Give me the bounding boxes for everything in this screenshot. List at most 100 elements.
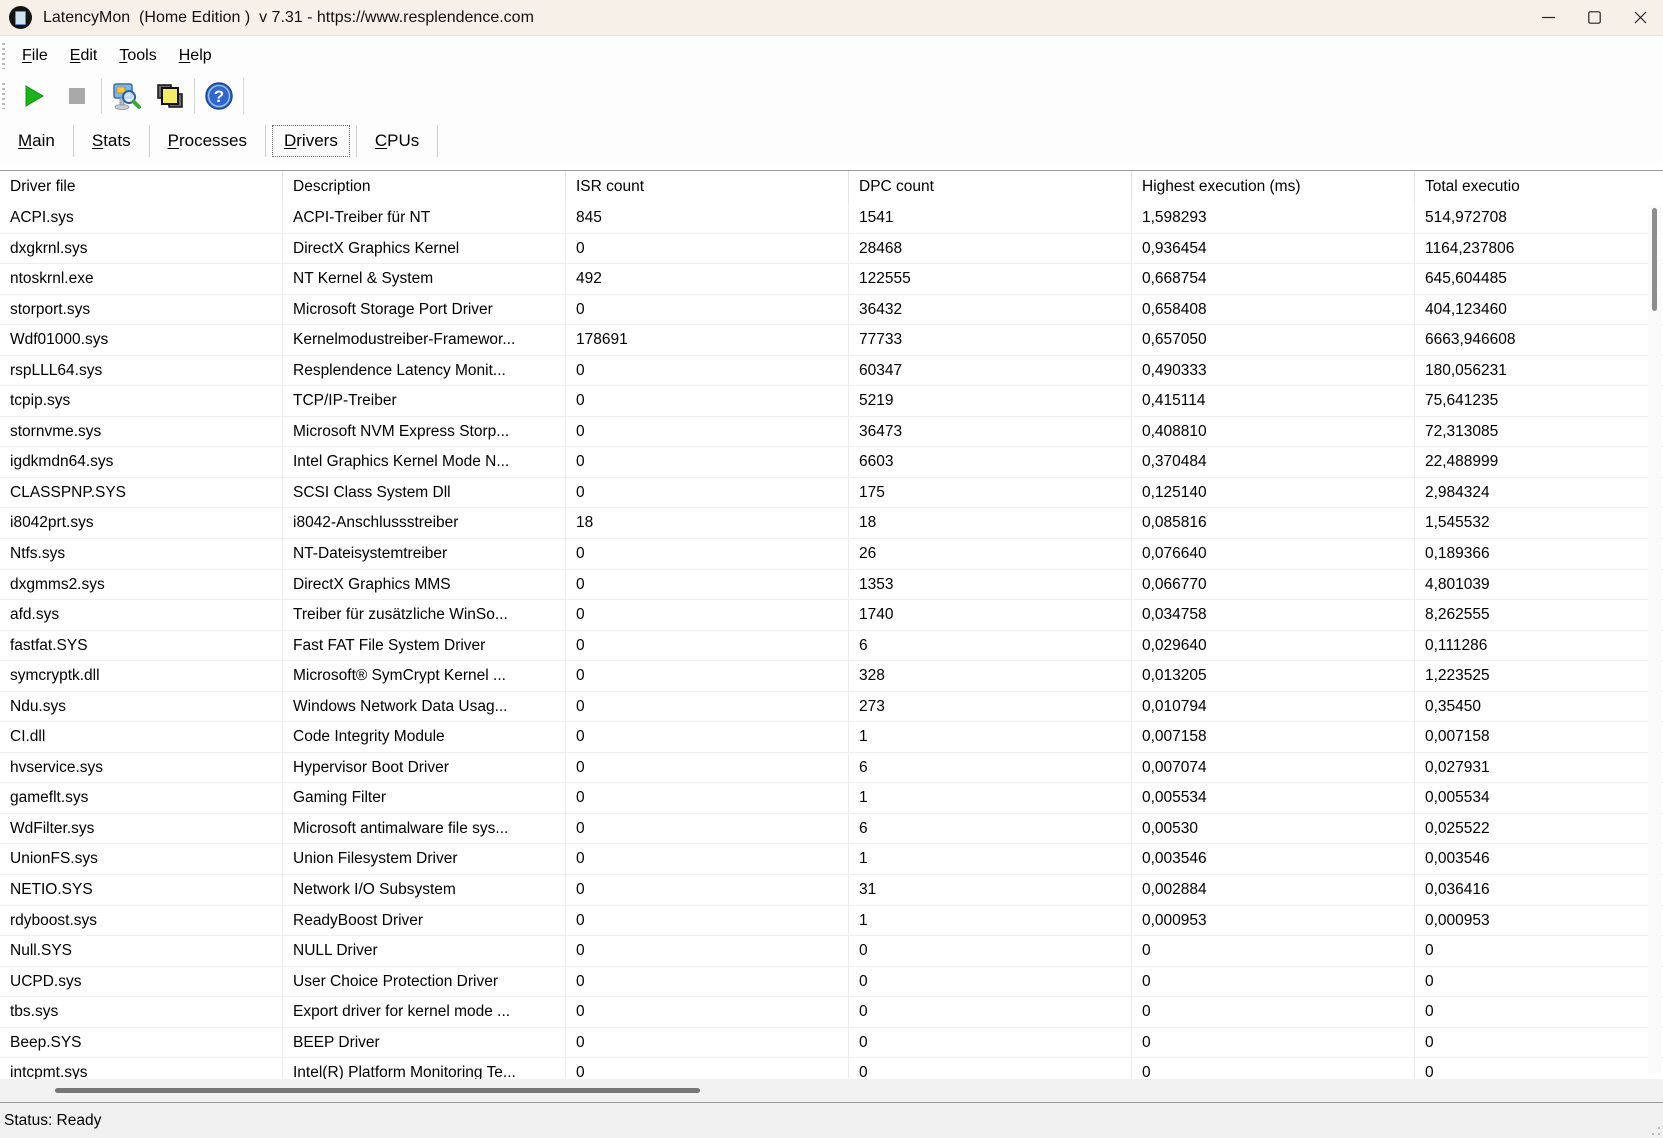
cell-isr-count: 0 [566, 386, 849, 416]
cell-total-execution: 72,313085 [1425, 422, 1499, 440]
cell-highest-execution: 0,658408 [1132, 294, 1415, 325]
cell-dpc-count: 6603 [849, 447, 1132, 477]
stop-monitor-button[interactable] [55, 77, 99, 115]
cell-total-execution: 75,641235 [1425, 392, 1499, 410]
table-row[interactable]: WdFilter.sys Microsoft antimalware file … [0, 813, 1663, 845]
help-button[interactable]: ? [197, 77, 241, 115]
vertical-scrollbar[interactable] [1648, 205, 1661, 1073]
cell-total-execution: 1,223525 [1425, 667, 1490, 685]
tab-processes[interactable]: Processes [156, 125, 259, 157]
table-row[interactable]: Ndu.sys Windows Network Data Usag... 0 2… [0, 691, 1663, 723]
table-row[interactable]: CLASSPNP.SYS SCSI Class System Dll 0 175… [0, 477, 1663, 509]
table-row[interactable]: ntoskrnl.exe NT Kernel & System 492 1225… [0, 264, 1663, 295]
menu-tools[interactable]: Tools [108, 42, 167, 70]
cell-driver-file: tcpip.sys [0, 386, 283, 416]
table-row[interactable]: hvservice.sys Hypervisor Boot Driver 0 6… [0, 752, 1663, 784]
stop-icon [69, 88, 85, 104]
cell-driver-file: rdyboost.sys [0, 905, 283, 936]
table-row[interactable]: Wdf01000.sys Kernelmodustreiber-Framewor… [0, 325, 1663, 356]
cell-isr-count: 0 [566, 905, 849, 936]
menu-file[interactable]: File [11, 42, 59, 70]
tab-main[interactable]: Main [6, 125, 67, 157]
tab-stats[interactable]: Stats [80, 125, 143, 157]
cell-total-execution: 0,111286 [1425, 636, 1488, 654]
cell-driver-file: stornvme.sys [0, 416, 283, 447]
report-button[interactable] [148, 77, 192, 115]
table-row[interactable]: i8042prt.sys i8042-Anschlussstreiber 18 … [0, 508, 1663, 540]
maximize-icon [1587, 11, 1601, 24]
cell-driver-file: UCPD.sys [0, 966, 283, 997]
tab-cpus[interactable]: CPUs [363, 125, 431, 157]
column-header-isr-count[interactable]: ISR count [566, 171, 849, 203]
cell-dpc-count: 273 [849, 691, 1132, 722]
table-row[interactable]: rspLLL64.sys Resplendence Latency Monit.… [0, 355, 1663, 387]
table-row[interactable]: Ntfs.sys NT-Dateisystemtreiber 0 26 0,07… [0, 539, 1663, 570]
column-header-description[interactable]: Description [283, 171, 566, 203]
table-row[interactable]: fastfat.SYS Fast FAT File System Driver … [0, 630, 1663, 662]
report-pages-icon [157, 84, 183, 108]
table-row[interactable]: Null.SYS NULL Driver 0 0 0 0 [0, 936, 1663, 967]
table-row[interactable]: UnionFS.sys Union Filesystem Driver 0 1 … [0, 844, 1663, 876]
cell-dpc-count: 0 [849, 966, 1132, 997]
minimize-button[interactable] [1525, 0, 1571, 35]
cell-isr-count: 0 [566, 813, 849, 844]
cell-description: Hypervisor Boot Driver [283, 752, 566, 783]
table-row[interactable]: gameflt.sys Gaming Filter 0 1 0,005534 0… [0, 783, 1663, 814]
cell-highest-execution: 0,002884 [1132, 875, 1415, 905]
maximize-button[interactable] [1571, 0, 1617, 35]
cell-dpc-count: 6 [849, 630, 1132, 661]
table-row[interactable]: stornvme.sys Microsoft NVM Express Storp… [0, 416, 1663, 448]
table-row[interactable]: UCPD.sys User Choice Protection Driver 0… [0, 966, 1663, 998]
cell-driver-file: Null.SYS [0, 936, 283, 966]
resize-grip[interactable] [1651, 1126, 1661, 1136]
table-row[interactable]: dxgmms2.sys DirectX Graphics MMS 0 1353 … [0, 569, 1663, 601]
column-header-driver-file[interactable]: Driver file [0, 171, 283, 203]
column-header-highest-execution[interactable]: Highest execution (ms) [1132, 171, 1415, 203]
table-row[interactable]: tcpip.sys TCP/IP-Treiber 0 5219 0,415114… [0, 386, 1663, 417]
vertical-scrollbar-thumb[interactable] [1652, 208, 1657, 311]
column-header-dpc-count[interactable]: DPC count [849, 171, 1132, 203]
table-row[interactable]: igdkmdn64.sys Intel Graphics Kernel Mode… [0, 447, 1663, 478]
status-text: Status: Ready [4, 1111, 102, 1129]
table-row[interactable]: Beep.SYS BEEP Driver 0 0 0 0 [0, 1027, 1663, 1059]
start-monitor-button[interactable] [11, 77, 55, 115]
table-row[interactable]: dxgkrnl.sys DirectX Graphics Kernel 0 28… [0, 233, 1663, 265]
table-row[interactable]: rdyboost.sys ReadyBoost Driver 0 1 0,000… [0, 905, 1663, 937]
table-row[interactable]: NETIO.SYS Network I/O Subsystem 0 31 0,0… [0, 875, 1663, 906]
table-row[interactable]: tbs.sys Export driver for kernel mode ..… [0, 997, 1663, 1028]
cell-isr-count: 0 [566, 477, 849, 508]
cell-isr-count: 0 [566, 966, 849, 997]
cell-total-execution: 0 [1425, 1033, 1434, 1051]
menu-help[interactable]: Help [168, 42, 223, 70]
cell-total-execution: 0,036416 [1425, 881, 1490, 899]
horizontal-scrollbar[interactable] [0, 1079, 1663, 1102]
close-button[interactable] [1617, 0, 1663, 35]
table-row[interactable]: intcpmt.sys Intel(R) Platform Monitoring… [0, 1058, 1663, 1079]
cell-dpc-count: 1541 [849, 203, 1132, 233]
table-row[interactable]: storport.sys Microsoft Storage Port Driv… [0, 294, 1663, 326]
cell-highest-execution: 0,490333 [1132, 355, 1415, 386]
menu-edit[interactable]: Edit [59, 42, 109, 70]
table-row[interactable]: ACPI.sys ACPI-Treiber für NT 845 1541 1,… [0, 203, 1663, 234]
cell-driver-file: fastfat.SYS [0, 630, 283, 661]
horizontal-scrollbar-thumb[interactable] [55, 1088, 700, 1093]
cell-highest-execution: 0,657050 [1132, 325, 1415, 355]
table-row[interactable]: symcryptk.dll Microsoft® SymCrypt Kernel… [0, 661, 1663, 692]
cell-total-execution: 6663,946608 [1425, 331, 1516, 349]
cell-driver-file: storport.sys [0, 294, 283, 325]
cell-total-execution: 0,189366 [1425, 545, 1490, 563]
cell-isr-count: 492 [566, 264, 849, 294]
analyze-button[interactable] [104, 77, 148, 115]
table-row[interactable]: afd.sys Treiber für zusätzliche WinSo...… [0, 600, 1663, 631]
tab-drivers[interactable]: Drivers [271, 125, 350, 157]
tab-separator [355, 125, 357, 157]
table-row[interactable]: CI.dll Code Integrity Module 0 1 0,00715… [0, 722, 1663, 753]
cell-description: Kernelmodustreiber-Framewor... [283, 325, 566, 355]
column-header-total-execution[interactable]: Total executio [1415, 171, 1663, 203]
cell-driver-file: Ndu.sys [0, 691, 283, 722]
cell-highest-execution: 0,010794 [1132, 691, 1415, 722]
cell-dpc-count: 36473 [849, 416, 1132, 447]
toolbar-gripper[interactable] [2, 83, 5, 109]
cell-driver-file: rspLLL64.sys [0, 355, 283, 386]
menubar-gripper[interactable] [2, 42, 5, 69]
